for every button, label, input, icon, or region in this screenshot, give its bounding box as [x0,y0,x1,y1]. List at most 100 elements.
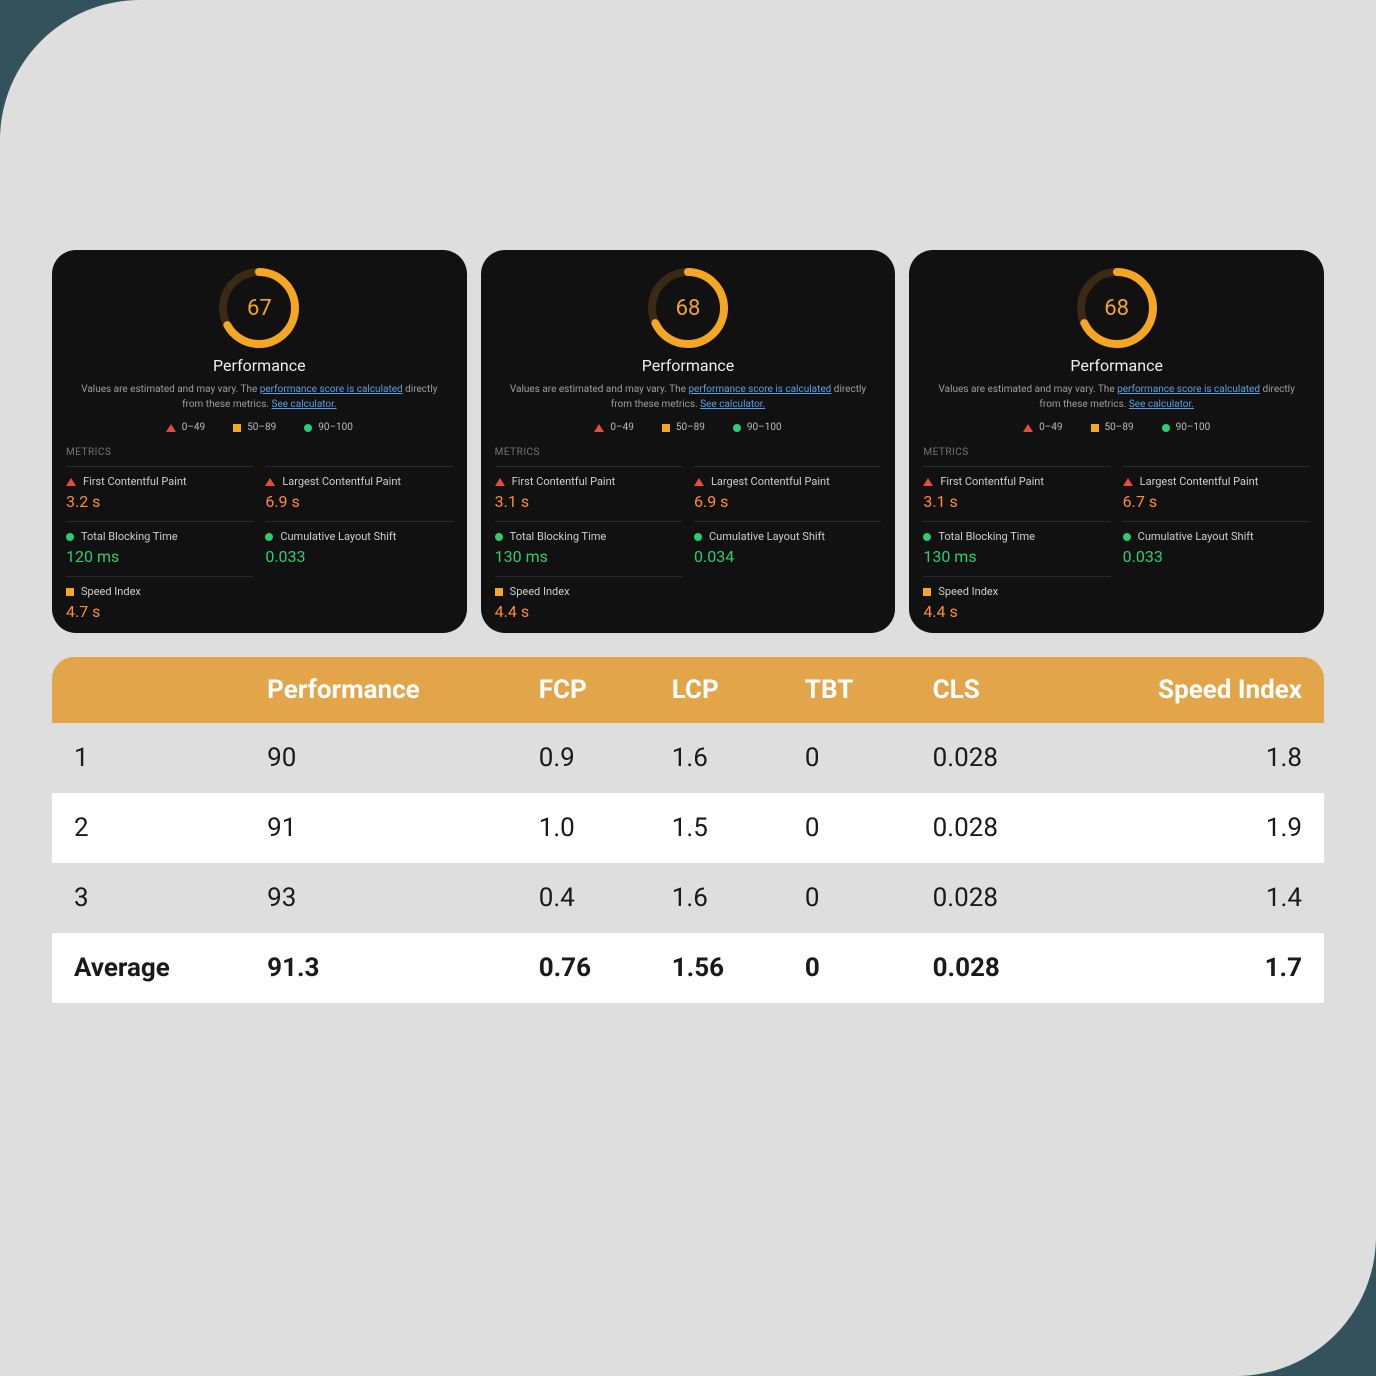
legend-low: 0–49 [166,422,205,433]
metric-tbt: Total Blocking Time 120 ms [66,521,253,566]
metric-value: 3.2 s [66,492,253,511]
performance-gauge: 68 [646,266,730,350]
lighthouse-card: 68 Performance Values are estimated and … [481,250,896,633]
metric-value: 120 ms [66,547,253,566]
metric-value: 3.1 s [495,492,682,511]
metric-value: 4.7 s [66,602,253,621]
metric-value: 0.034 [694,547,881,566]
performance-score-link[interactable]: performance score is calculated [1117,384,1260,395]
see-calculator-link[interactable]: See calculator. [700,399,765,410]
gauge-wrap: 67 [66,266,453,350]
card-description: Values are estimated and may vary. The p… [929,383,1304,412]
table-cell: 1.7 [1064,933,1324,1003]
legend-low: 0–49 [1023,422,1062,433]
triangle-icon [166,424,176,432]
performance-score: 68 [1075,266,1159,350]
triangle-icon [1023,424,1033,432]
page: 67 Performance Values are estimated and … [0,0,1376,1376]
metric-label: First Contentful Paint [940,475,1044,488]
circle-icon [694,533,702,541]
table-header-cell: FCP [517,657,650,723]
metrics-grid: First Contentful Paint 3.1 s Largest Con… [923,466,1310,621]
legend-label: 90–100 [747,422,782,433]
metric-fcp: First Contentful Paint 3.2 s [66,466,253,511]
lighthouse-card: 68 Performance Values are estimated and … [909,250,1324,633]
score-legend: 0–49 50–89 90–100 [66,422,453,433]
legend-label: 50–89 [676,422,705,433]
triangle-icon [265,478,275,486]
legend-label: 90–100 [1176,422,1211,433]
metric-label: First Contentful Paint [83,475,187,488]
table-header-cell [52,657,245,723]
table-cell: 1.9 [1064,793,1324,863]
table-header-row: PerformanceFCPLCPTBTCLSSpeed Index [52,657,1324,723]
lighthouse-cards-row: 67 Performance Values are estimated and … [52,250,1324,633]
table-header-cell: LCP [650,657,783,723]
desc-text: Values are estimated and may vary. The [939,384,1118,395]
legend-label: 0–49 [1039,422,1062,433]
metrics-heading: METRICS [923,447,1310,458]
legend-label: 0–49 [610,422,633,433]
table-cell: 93 [245,863,517,933]
table-cell: 0 [783,793,911,863]
circle-icon [265,533,273,541]
table-cell: 1.0 [517,793,650,863]
legend-label: 0–49 [182,422,205,433]
triangle-icon [1123,478,1133,486]
performance-score: 67 [217,266,301,350]
table-cell: 1.4 [1064,863,1324,933]
metric-label: Largest Contentful Paint [711,475,830,488]
table-cell: Average [52,933,245,1003]
performance-score-link[interactable]: performance score is calculated [260,384,403,395]
circle-icon [733,424,741,432]
results-table: PerformanceFCPLCPTBTCLSSpeed Index 1900.… [52,657,1324,1003]
legend-label: 90–100 [318,422,353,433]
square-icon [233,424,241,432]
table-cell: 0.9 [517,723,650,793]
table-header-cell: Performance [245,657,517,723]
legend-mid: 50–89 [1091,422,1134,433]
metric-cls: Cumulative Layout Shift 0.033 [1123,521,1310,566]
metric-label: Total Blocking Time [510,530,607,543]
metric-speed-index: Speed Index 4.4 s [923,576,1110,621]
table-cell: 91 [245,793,517,863]
metrics-heading: METRICS [495,447,882,458]
circle-icon [495,533,503,541]
metric-label: Cumulative Layout Shift [280,530,396,543]
see-calculator-link[interactable]: See calculator. [272,399,337,410]
table-cell: 1.6 [650,723,783,793]
legend-high: 90–100 [304,422,353,433]
metric-value: 0.033 [265,547,452,566]
metric-fcp: First Contentful Paint 3.1 s [495,466,682,511]
table-cell: 0 [783,863,911,933]
metric-lcp: Largest Contentful Paint 6.7 s [1123,466,1310,511]
card-description: Values are estimated and may vary. The p… [501,383,876,412]
triangle-icon [66,478,76,486]
table-cell: 1.6 [650,863,783,933]
score-legend: 0–49 50–89 90–100 [923,422,1310,433]
metrics-grid: First Contentful Paint 3.1 s Largest Con… [495,466,882,621]
table-header-cell: Speed Index [1064,657,1324,723]
metric-label: Largest Contentful Paint [282,475,401,488]
metric-value: 6.7 s [1123,492,1310,511]
square-icon [923,588,931,596]
metric-cls: Cumulative Layout Shift 0.034 [694,521,881,566]
metric-value: 6.9 s [265,492,452,511]
table-cell: 1.8 [1064,723,1324,793]
square-icon [1091,424,1099,432]
see-calculator-link[interactable]: See calculator. [1129,399,1194,410]
table-cell: 0 [783,933,911,1003]
metric-label: Speed Index [81,585,141,598]
metric-value: 4.4 s [923,602,1110,621]
performance-gauge: 67 [217,266,301,350]
legend-mid: 50–89 [233,422,276,433]
metric-lcp: Largest Contentful Paint 6.9 s [265,466,452,511]
gauge-wrap: 68 [495,266,882,350]
performance-score-link[interactable]: performance score is calculated [688,384,831,395]
metrics-grid: First Contentful Paint 3.2 s Largest Con… [66,466,453,621]
table-cell: 2 [52,793,245,863]
metric-label: Cumulative Layout Shift [709,530,825,543]
desc-text: Values are estimated and may vary. The [510,384,689,395]
metric-lcp: Largest Contentful Paint 6.9 s [694,466,881,511]
table-cell: 0.028 [911,793,1065,863]
